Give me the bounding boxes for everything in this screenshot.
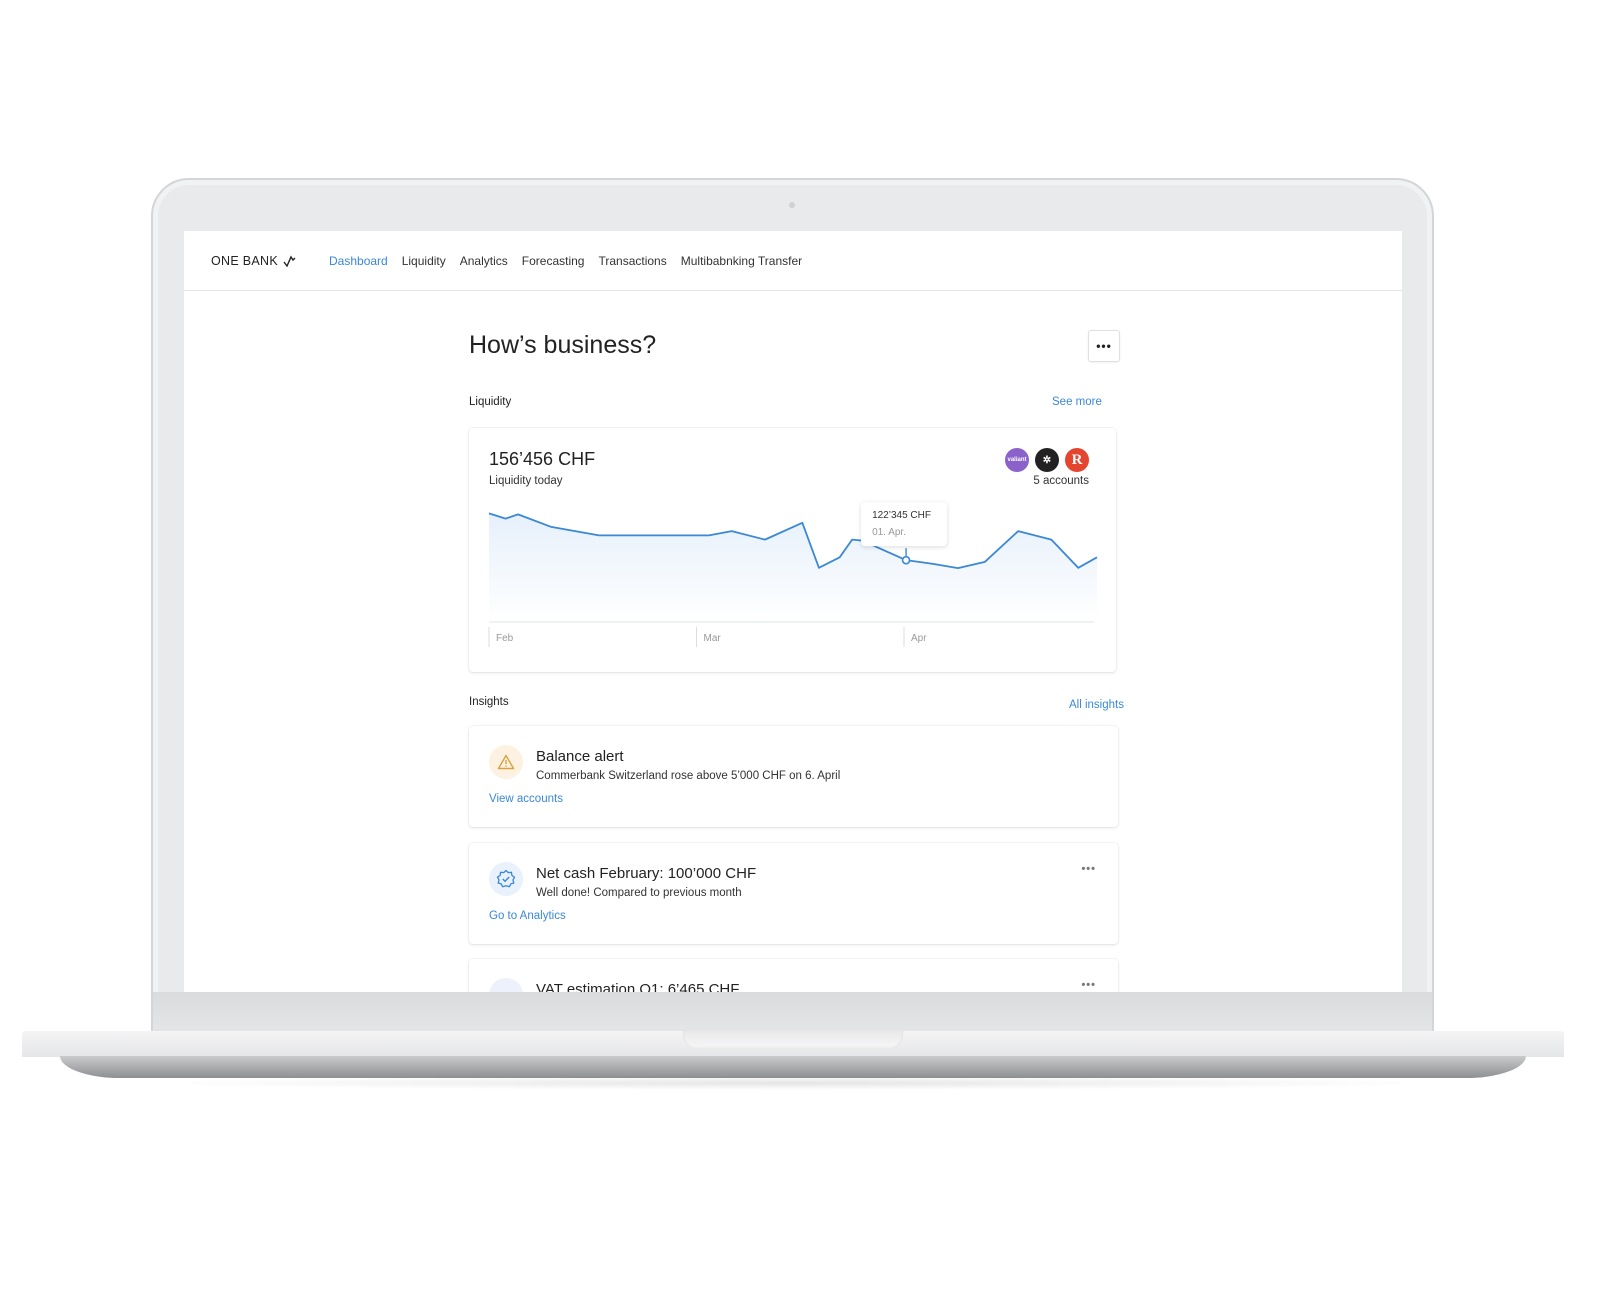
more-options-button[interactable]: ••• <box>1088 330 1120 362</box>
nav-item-transactions[interactable]: Transactions <box>598 254 666 268</box>
top-navigation: ONE BANK Dashboard Liquidity Analytics F… <box>184 231 1402 291</box>
pulse-icon <box>283 255 296 267</box>
see-more-link[interactable]: See more <box>1052 396 1102 408</box>
data-point[interactable] <box>707 533 711 537</box>
data-point[interactable] <box>1049 538 1053 542</box>
page-title: How’s business? <box>469 331 657 359</box>
data-point[interactable] <box>516 512 520 516</box>
highlight-point[interactable] <box>901 555 911 565</box>
laptop-base-bottom <box>60 1056 1526 1078</box>
liquidity-area <box>489 513 1097 622</box>
insight-card-vat[interactable]: VAT estimation Q1: 6’465 CHF ••• <box>469 959 1118 992</box>
x-tick-label: Apr <box>911 633 927 644</box>
vat-icon <box>489 978 523 992</box>
all-insights-link[interactable]: All insights <box>1069 699 1124 711</box>
insight-card-net-cash[interactable]: Net cash February: 100’000 CHF Well done… <box>469 843 1118 944</box>
go-to-analytics-link[interactable]: Go to Analytics <box>489 910 566 922</box>
data-point[interactable] <box>956 566 960 570</box>
insight-title: VAT estimation Q1: 6’465 CHF <box>536 981 740 992</box>
data-point[interactable] <box>763 538 767 542</box>
more-icon: ••• <box>1096 339 1112 353</box>
insight-title: Net cash February: 100’000 CHF <box>536 865 757 882</box>
laptop-notch <box>683 1031 903 1049</box>
camera <box>789 202 795 208</box>
data-point[interactable] <box>504 517 508 521</box>
app-screen: ONE BANK Dashboard Liquidity Analytics F… <box>184 231 1402 992</box>
brand-logo[interactable]: ONE BANK <box>211 254 298 268</box>
laptop-shadow <box>140 1076 1450 1090</box>
tooltip-value: 122’345 CHF <box>872 510 931 521</box>
data-point[interactable] <box>931 562 935 566</box>
liquidity-card[interactable]: 156’456 CHF Liquidity today valiant ✲ R … <box>469 428 1116 672</box>
data-point[interactable] <box>1076 566 1080 570</box>
x-tick-label: Feb <box>496 633 514 644</box>
data-point[interactable] <box>838 555 842 559</box>
nav-item-multibanking-transfer[interactable]: Multibabnking Transfer <box>681 254 802 268</box>
data-point[interactable] <box>549 525 553 529</box>
data-point[interactable] <box>850 538 854 542</box>
nav-item-liquidity[interactable]: Liquidity <box>402 254 446 268</box>
insights-section-label: Insights <box>469 696 509 708</box>
insight-description: Commerbank Switzerland rose above 5’000 … <box>536 770 841 782</box>
insight-title: Balance alert <box>536 748 624 765</box>
data-point[interactable] <box>800 521 804 525</box>
nav-item-analytics[interactable]: Analytics <box>460 254 508 268</box>
insight-description: Well done! Compared to previous month <box>536 887 742 899</box>
insight-card-balance-alert[interactable]: Balance alert Commerbank Switzerland ros… <box>469 726 1118 827</box>
nav-item-forecasting[interactable]: Forecasting <box>522 254 585 268</box>
x-tick-label: Mar <box>704 633 722 644</box>
x-axis-ticks: Feb Mar Apr <box>488 627 927 647</box>
data-point[interactable] <box>487 511 491 515</box>
view-accounts-link[interactable]: View accounts <box>489 793 563 805</box>
insight-menu-button[interactable]: ••• <box>1081 979 1096 991</box>
verified-badge-icon <box>489 862 523 896</box>
data-point[interactable] <box>597 533 601 537</box>
warning-icon <box>489 745 523 779</box>
insight-menu-button[interactable]: ••• <box>1081 863 1096 875</box>
data-point[interactable] <box>1095 555 1099 559</box>
liquidity-chart[interactable]: Feb Mar Apr 122’345 CHF 01. Apr. <box>469 428 1116 672</box>
laptop-bezel-bottom <box>153 992 1432 1032</box>
brand-name: ONE BANK <box>211 253 278 268</box>
data-point[interactable] <box>730 529 734 533</box>
data-point[interactable] <box>1016 529 1020 533</box>
nav-menu: Dashboard Liquidity Analytics Forecastin… <box>329 254 802 268</box>
data-point[interactable] <box>817 566 821 570</box>
nav-item-dashboard[interactable]: Dashboard <box>329 254 388 268</box>
tooltip-date: 01. Apr. <box>872 527 906 538</box>
liquidity-section-label: Liquidity <box>469 396 512 408</box>
data-point[interactable] <box>983 560 987 564</box>
